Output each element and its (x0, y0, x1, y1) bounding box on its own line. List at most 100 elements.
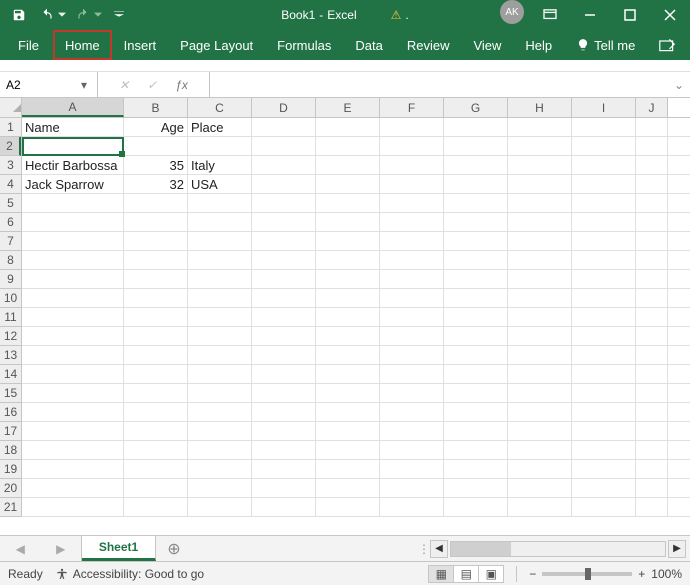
new-sheet-button[interactable]: ⊕ (156, 536, 192, 561)
zoom-out-button[interactable]: − (529, 567, 536, 581)
qat-customize-icon[interactable] (106, 2, 132, 28)
cell-I17[interactable] (572, 422, 636, 440)
cell-E15[interactable] (316, 384, 380, 402)
insert-function-button[interactable]: ƒx (175, 78, 188, 92)
cell-A15[interactable] (22, 384, 124, 402)
cell-G17[interactable] (444, 422, 508, 440)
view-page-break-icon[interactable]: ▣ (478, 565, 504, 583)
cell-D6[interactable] (252, 213, 316, 231)
cell-H4[interactable] (508, 175, 572, 193)
cell-C12[interactable] (188, 327, 252, 345)
cell-G19[interactable] (444, 460, 508, 478)
cell-G5[interactable] (444, 194, 508, 212)
cell-F13[interactable] (380, 346, 444, 364)
cell-G20[interactable] (444, 479, 508, 497)
view-page-layout-icon[interactable]: ▤ (453, 565, 479, 583)
cell-A9[interactable] (22, 270, 124, 288)
cell-J17[interactable] (636, 422, 668, 440)
cell-A16[interactable] (22, 403, 124, 421)
cell-G2[interactable] (444, 137, 508, 155)
cell-G21[interactable] (444, 498, 508, 516)
cell-H7[interactable] (508, 232, 572, 250)
cell-B13[interactable] (124, 346, 188, 364)
cell-A18[interactable] (22, 441, 124, 459)
cell-C13[interactable] (188, 346, 252, 364)
cell-A6[interactable] (22, 213, 124, 231)
cell-J19[interactable] (636, 460, 668, 478)
tab-review[interactable]: Review (395, 30, 462, 60)
cell-J18[interactable] (636, 441, 668, 459)
row-header-4[interactable]: 4 (0, 175, 21, 194)
cell-H10[interactable] (508, 289, 572, 307)
cell-I2[interactable] (572, 137, 636, 155)
cell-G9[interactable] (444, 270, 508, 288)
cell-C9[interactable] (188, 270, 252, 288)
cell-B4[interactable]: 32 (124, 175, 188, 193)
cell-A4[interactable]: Jack Sparrow (22, 175, 124, 193)
cell-H14[interactable] (508, 365, 572, 383)
cell-C16[interactable] (188, 403, 252, 421)
cell-G11[interactable] (444, 308, 508, 326)
cell-D13[interactable] (252, 346, 316, 364)
cell-B2[interactable] (124, 137, 188, 155)
column-header-E[interactable]: E (316, 98, 380, 117)
cell-I8[interactable] (572, 251, 636, 269)
cell-G14[interactable] (444, 365, 508, 383)
cell-I1[interactable] (572, 118, 636, 136)
cell-H5[interactable] (508, 194, 572, 212)
cell-C11[interactable] (188, 308, 252, 326)
cell-F9[interactable] (380, 270, 444, 288)
cell-E9[interactable] (316, 270, 380, 288)
cell-B11[interactable] (124, 308, 188, 326)
cell-H3[interactable] (508, 156, 572, 174)
cell-G16[interactable] (444, 403, 508, 421)
name-box-dropdown-icon[interactable]: ▾ (72, 78, 96, 92)
cell-B20[interactable] (124, 479, 188, 497)
tab-data[interactable]: Data (343, 30, 394, 60)
view-normal-icon[interactable]: ▦ (428, 565, 454, 583)
cell-H16[interactable] (508, 403, 572, 421)
cell-I10[interactable] (572, 289, 636, 307)
row-header-21[interactable]: 21 (0, 498, 21, 517)
row-header-9[interactable]: 9 (0, 270, 21, 289)
cell-B6[interactable] (124, 213, 188, 231)
cell-B5[interactable] (124, 194, 188, 212)
cell-D12[interactable] (252, 327, 316, 345)
hscroll-left-icon[interactable]: ◀ (430, 540, 448, 558)
cell-J11[interactable] (636, 308, 668, 326)
hscroll-thumb[interactable] (451, 542, 511, 556)
tab-help[interactable]: Help (513, 30, 564, 60)
cell-C7[interactable] (188, 232, 252, 250)
cell-I3[interactable] (572, 156, 636, 174)
cell-F19[interactable] (380, 460, 444, 478)
cell-B1[interactable]: Age (124, 118, 188, 136)
cell-E7[interactable] (316, 232, 380, 250)
cell-D11[interactable] (252, 308, 316, 326)
cell-F11[interactable] (380, 308, 444, 326)
cell-E6[interactable] (316, 213, 380, 231)
cell-F7[interactable] (380, 232, 444, 250)
cell-E16[interactable] (316, 403, 380, 421)
cell-J15[interactable] (636, 384, 668, 402)
zoom-in-button[interactable]: + (638, 567, 645, 581)
row-header-14[interactable]: 14 (0, 365, 21, 384)
cell-D19[interactable] (252, 460, 316, 478)
cell-F17[interactable] (380, 422, 444, 440)
name-box[interactable] (0, 78, 72, 92)
cell-C17[interactable] (188, 422, 252, 440)
cell-H9[interactable] (508, 270, 572, 288)
cell-E12[interactable] (316, 327, 380, 345)
cell-B19[interactable] (124, 460, 188, 478)
cell-D8[interactable] (252, 251, 316, 269)
cell-A5[interactable] (22, 194, 124, 212)
cell-A13[interactable] (22, 346, 124, 364)
cell-C5[interactable] (188, 194, 252, 212)
cell-C2[interactable] (188, 137, 252, 155)
cell-F3[interactable] (380, 156, 444, 174)
accessibility-status[interactable]: Accessibility: Good to go (55, 567, 204, 581)
cell-B18[interactable] (124, 441, 188, 459)
cell-F6[interactable] (380, 213, 444, 231)
cell-C10[interactable] (188, 289, 252, 307)
cell-J10[interactable] (636, 289, 668, 307)
horizontal-scrollbar[interactable]: ◀ ▶ (430, 536, 690, 561)
